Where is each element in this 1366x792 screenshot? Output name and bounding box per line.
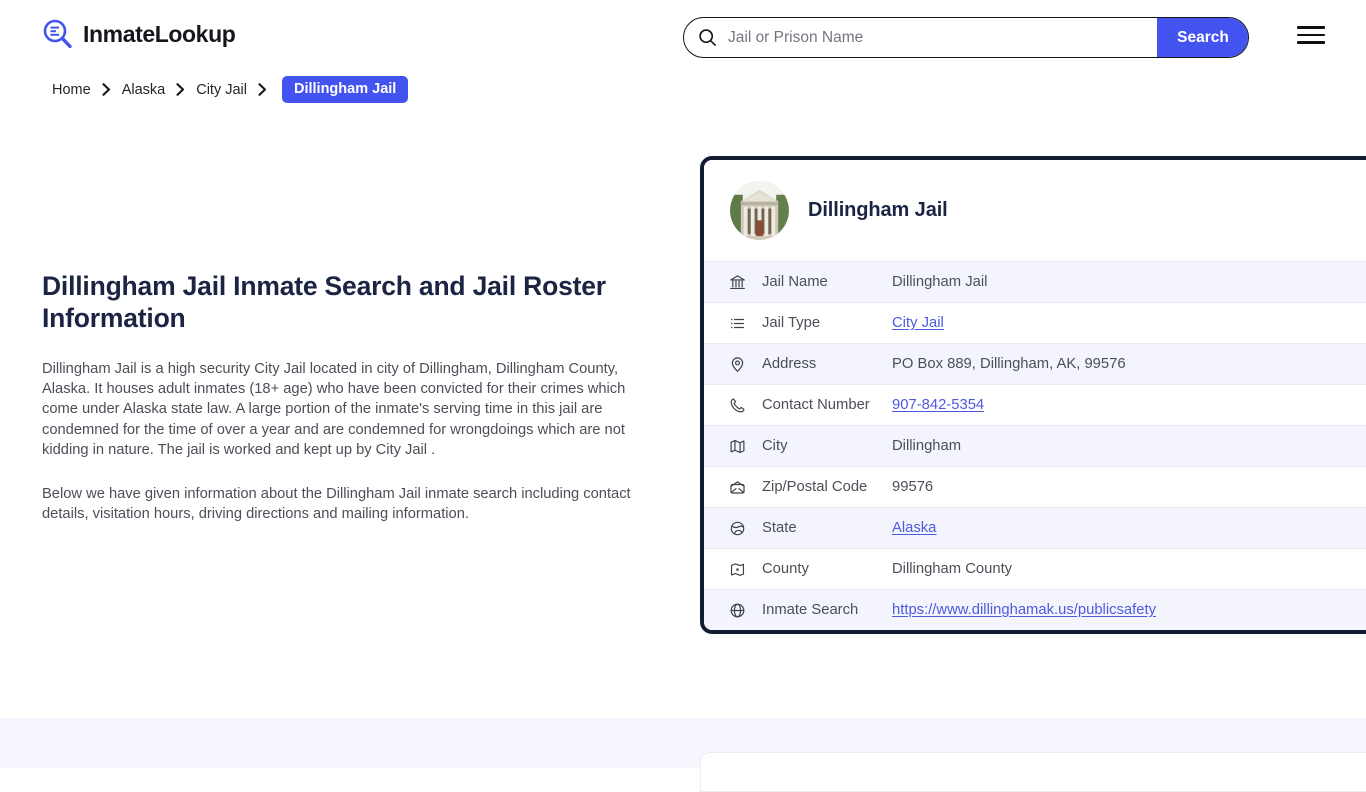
menu-bar-2 bbox=[1297, 34, 1325, 37]
row-value: Dillingham County bbox=[892, 561, 1366, 577]
intro-paragraph-1: Dillingham Jail is a high security City … bbox=[42, 359, 658, 460]
table-row: Zip/Postal Code 99576 bbox=[704, 466, 1366, 507]
table-row: Address PO Box 889, Dillingham, AK, 9957… bbox=[704, 343, 1366, 384]
menu-bar-1 bbox=[1297, 26, 1325, 29]
table-row: City Dillingham bbox=[704, 425, 1366, 466]
breadcrumb-item-city-jail[interactable]: City Jail bbox=[194, 82, 249, 98]
breadcrumb-item-home[interactable]: Home bbox=[50, 82, 93, 98]
state-link[interactable]: Alaska bbox=[892, 520, 936, 536]
chevron-right-icon bbox=[258, 83, 267, 96]
row-label: County bbox=[762, 561, 892, 577]
row-label: City bbox=[762, 438, 892, 454]
intro-paragraph-2: Below we have given information about th… bbox=[42, 484, 658, 524]
courthouse-photo bbox=[730, 181, 789, 240]
search-icon bbox=[698, 28, 717, 47]
search-button[interactable]: Search bbox=[1157, 18, 1249, 57]
row-value: https://www.dillinghamak.us/publicsafety bbox=[892, 602, 1366, 618]
row-label: Jail Type bbox=[762, 315, 892, 331]
breadcrumb: Home Alaska City Jail Dillingham Jail bbox=[50, 76, 408, 103]
table-row: Jail Type City Jail bbox=[704, 302, 1366, 343]
page-title: Dillingham Jail Inmate Search and Jail R… bbox=[42, 270, 658, 334]
table-row: Inmate Search https://www.dillinghamak.u… bbox=[704, 589, 1366, 630]
menu-bar-3 bbox=[1297, 41, 1325, 44]
map-pin-icon bbox=[728, 355, 746, 373]
breadcrumb-item-alaska[interactable]: Alaska bbox=[120, 82, 168, 98]
list-icon bbox=[728, 314, 746, 332]
article-column: Dillingham Jail Inmate Search and Jail R… bbox=[42, 270, 658, 548]
phone-icon bbox=[728, 396, 746, 414]
row-label: Contact Number bbox=[762, 397, 892, 413]
chevron-right-icon bbox=[176, 83, 185, 96]
row-value: Dillingham Jail bbox=[892, 274, 1366, 290]
row-value: Alaska bbox=[892, 520, 1366, 536]
jail-info-card: Dillingham Jail Jail Name Dillingham Jai… bbox=[700, 156, 1366, 634]
envelope-icon bbox=[728, 478, 746, 496]
row-value: Dillingham bbox=[892, 438, 1366, 454]
row-label: Address bbox=[762, 356, 892, 372]
site-logo[interactable]: InmateLookup bbox=[42, 18, 235, 50]
contact-number-link[interactable]: 907-842-5354 bbox=[892, 397, 984, 413]
breadcrumb-current-page: Dillingham Jail bbox=[282, 76, 408, 103]
row-label: Jail Name bbox=[762, 274, 892, 290]
row-label: State bbox=[762, 520, 892, 536]
bank-icon bbox=[728, 273, 746, 291]
logo-text: InmateLookup bbox=[83, 21, 235, 48]
row-label: Inmate Search bbox=[762, 602, 892, 618]
row-label: Zip/Postal Code bbox=[762, 479, 892, 495]
inmate-search-link[interactable]: https://www.dillinghamak.us/publicsafety bbox=[892, 602, 1156, 618]
jail-info-card-header: Dillingham Jail bbox=[704, 160, 1366, 261]
magnifier-list-icon bbox=[42, 18, 74, 50]
row-value: 907-842-5354 bbox=[892, 397, 1366, 413]
search-bar[interactable]: Search bbox=[683, 17, 1249, 58]
chevron-right-icon bbox=[102, 83, 111, 96]
table-row: Contact Number 907-842-5354 bbox=[704, 384, 1366, 425]
map-icon bbox=[728, 437, 746, 455]
table-row: State Alaska bbox=[704, 507, 1366, 548]
table-row: Jail Name Dillingham Jail bbox=[704, 261, 1366, 302]
hamburger-menu-icon[interactable] bbox=[1297, 22, 1327, 48]
row-value: PO Box 889, Dillingham, AK, 99576 bbox=[892, 356, 1366, 372]
county-icon bbox=[728, 560, 746, 578]
row-value: City Jail bbox=[892, 315, 1366, 331]
jail-info-card-title: Dillingham Jail bbox=[808, 199, 948, 222]
site-header: InmateLookup Search bbox=[0, 0, 1366, 74]
jail-type-link[interactable]: City Jail bbox=[892, 315, 944, 331]
search-input[interactable] bbox=[717, 18, 1157, 57]
globe-pin-icon bbox=[728, 519, 746, 537]
row-value: 99576 bbox=[892, 479, 1366, 495]
bottom-section-card bbox=[700, 752, 1366, 792]
globe-icon bbox=[728, 601, 746, 619]
table-row: County Dillingham County bbox=[704, 548, 1366, 589]
